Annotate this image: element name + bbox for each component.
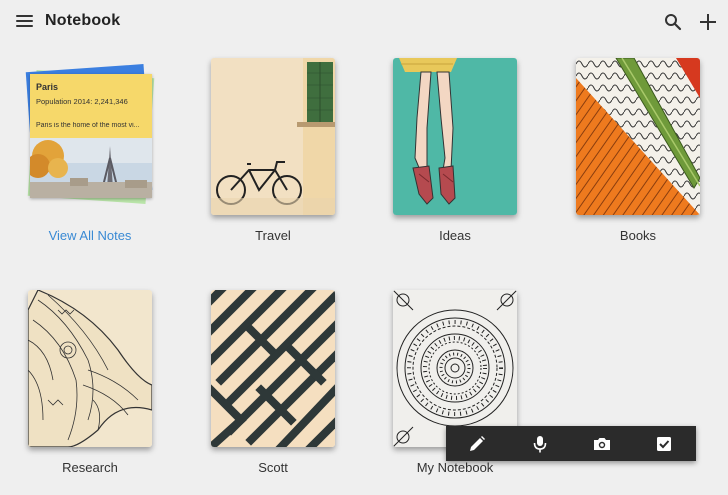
all-notes-stack[interactable]: Paris Population 2014: 2,241,346 Paris i… bbox=[25, 64, 155, 204]
quick-action-bar bbox=[446, 426, 696, 461]
notebook-cover-my-notebook[interactable] bbox=[393, 290, 517, 447]
top-app-bar: Notebook bbox=[0, 0, 728, 44]
notebook-cover-travel[interactable] bbox=[211, 58, 335, 215]
note-text-line: Population 2014: 2,241,346 bbox=[36, 97, 128, 106]
notebook-cover-ideas[interactable] bbox=[393, 58, 517, 215]
notebook-label[interactable]: Scott bbox=[188, 460, 358, 475]
notebook-label[interactable]: Books bbox=[553, 228, 723, 243]
note-card-yellow: Paris Population 2014: 2,241,346 Paris i… bbox=[30, 74, 152, 198]
notebook-label[interactable]: Travel bbox=[188, 228, 358, 243]
add-icon[interactable] bbox=[698, 12, 718, 32]
notebook-cover-research[interactable] bbox=[28, 290, 152, 447]
notebook-label[interactable]: My Notebook bbox=[370, 460, 540, 475]
microphone-icon[interactable] bbox=[530, 434, 550, 454]
pencil-icon[interactable] bbox=[467, 434, 487, 454]
notebook-cover-books[interactable] bbox=[576, 58, 700, 215]
notebook-label[interactable]: Ideas bbox=[370, 228, 540, 243]
notebook-cover-scott[interactable] bbox=[211, 290, 335, 447]
search-icon[interactable] bbox=[664, 13, 682, 31]
paris-photo bbox=[30, 138, 152, 198]
view-all-notes-link[interactable]: View All Notes bbox=[5, 228, 175, 243]
app-title: Notebook bbox=[45, 12, 121, 29]
checkbox-icon[interactable] bbox=[654, 434, 674, 454]
notebook-label[interactable]: Research bbox=[5, 460, 175, 475]
camera-icon[interactable] bbox=[592, 434, 612, 454]
hamburger-menu-icon[interactable] bbox=[16, 14, 34, 28]
note-text-line: Paris is the home of the most vi... bbox=[36, 122, 140, 129]
note-title: Paris bbox=[36, 82, 59, 92]
